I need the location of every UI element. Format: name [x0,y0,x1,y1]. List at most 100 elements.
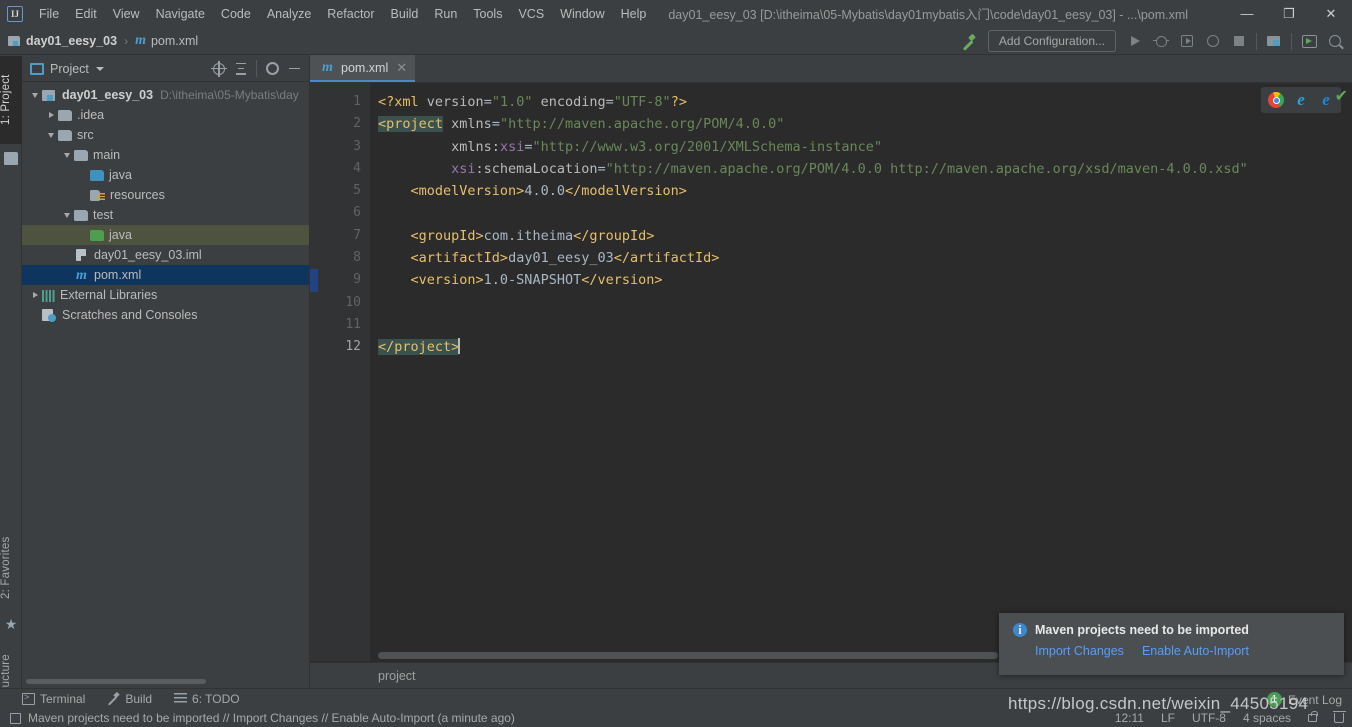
code-line[interactable]: <artifactId>day01_eesy_03</artifactId> [370,247,1352,269]
project-panel-title-group[interactable]: Project [30,62,104,76]
chevron-down-icon[interactable] [28,92,42,98]
edge-icon[interactable]: e [1318,91,1334,108]
run-with-coverage-icon[interactable] [1174,29,1200,53]
lock-icon[interactable] [1308,711,1318,722]
breadcrumb-item-file[interactable]: m pom.xml [135,33,198,48]
menu-item-edit[interactable]: Edit [67,4,105,24]
editor-tab-bar: m pom.xml ✕ [310,55,1352,83]
tree-item--idea[interactable]: .idea [22,105,309,125]
inspection-widget[interactable]: ✔ [1335,89,1348,105]
enable-auto-import-link[interactable]: Enable Auto-Import [1142,644,1249,658]
code-line[interactable]: <version>1.0-SNAPSHOT</version> [370,269,1352,291]
tree-item-day01-eesy-03-iml[interactable]: day01_eesy_03.iml [22,245,309,265]
line-number: 12 [345,339,361,355]
menu-item-refactor[interactable]: Refactor [319,4,382,24]
code-line[interactable] [370,202,1352,224]
code-token: <project [378,116,444,133]
build-hammer-icon[interactable] [956,29,982,53]
chevron-right-icon[interactable] [44,112,58,118]
menu-item-view[interactable]: View [105,4,148,24]
tree-item-label: Scratches and Consoles [62,308,198,322]
tree-item-scratches-and-consoles[interactable]: Scratches and Consoles [22,305,309,325]
run-icon[interactable] [1122,29,1148,53]
stop-icon[interactable] [1226,29,1252,53]
code-line[interactable]: xmlns:xsi="http://www.w3.org/2001/XMLSch… [370,136,1352,158]
code-line[interactable]: <groupId>com.itheima</groupId> [370,225,1352,247]
tree-item-label: .idea [77,108,105,122]
minimize-button[interactable]: — [1226,0,1268,27]
line-number: 9 [353,272,361,288]
code-line[interactable] [370,314,1352,336]
menu-item-file[interactable]: File [31,4,67,24]
chrome-icon[interactable] [1268,92,1284,108]
menu-item-window[interactable]: Window [552,4,612,24]
internet-explorer-icon[interactable]: e [1293,91,1309,108]
tree-item-external-libraries[interactable]: External Libraries [22,285,309,305]
line-number: 5 [353,183,361,199]
code-token: "http://maven.apache.org/POM/4.0.0 http:… [605,160,1248,177]
code-line[interactable]: </project> [370,336,1352,358]
select-in-icon[interactable] [1296,29,1322,53]
add-configuration-button[interactable]: Add Configuration... [987,30,1116,52]
code-line[interactable]: <modelVersion>4.0.0</modelVersion> [370,180,1352,202]
tree-item-label: pom.xml [94,268,142,282]
locate-icon[interactable] [208,58,230,80]
chevron-down-icon[interactable] [60,152,74,158]
tree-item-day01-eesy-03[interactable]: day01_eesy_03 D:\itheima\05-Mybatis\day [22,85,309,105]
bottom-tab-build[interactable]: Build [107,692,152,706]
project-panel-scrollbar[interactable] [26,679,206,684]
tree-item-pom-xml[interactable]: m pom.xml [22,265,309,285]
menu-item-analyze[interactable]: Analyze [259,4,319,24]
menu-item-tools[interactable]: Tools [465,4,510,24]
search-everywhere-icon[interactable] [1322,29,1348,53]
menu-item-navigate[interactable]: Navigate [148,4,213,24]
menu-item-build[interactable]: Build [383,4,427,24]
code-token: = [491,116,500,133]
chevron-right-icon[interactable] [28,292,42,298]
menu-item-vcs[interactable]: VCS [510,4,552,24]
tree-item-resources[interactable]: resources [22,185,309,205]
tree-item-main[interactable]: main [22,145,309,165]
code-line[interactable]: xsi:schemaLocation="http://maven.apache.… [370,158,1352,180]
tree-item-java[interactable]: java [22,225,309,245]
editor-hscrollbar-thumb[interactable] [378,652,998,659]
menu-item-help[interactable]: Help [613,4,655,24]
menu-item-run[interactable]: Run [426,4,465,24]
debug-icon[interactable] [1148,29,1174,53]
tab-pom-xml[interactable]: m pom.xml ✕ [310,55,416,82]
settings-gear-icon[interactable] [261,58,283,80]
code-line[interactable]: <project xmlns="http://maven.apache.org/… [370,113,1352,135]
import-changes-link[interactable]: Import Changes [1035,644,1124,658]
maximize-button[interactable]: ❐ [1268,0,1310,27]
toolbar-divider-2 [1291,32,1292,50]
code-line[interactable] [370,292,1352,314]
scratches-icon [42,308,57,322]
code-editor[interactable]: 1 2 3 4 5 6 7 8 9 10 11 12 <?xml version="1.0" enco… [310,83,1352,661]
panel-divider [256,60,257,77]
hide-icon[interactable] [283,58,305,80]
breadcrumb-item-module[interactable]: day01_eesy_03 [8,34,117,48]
status-message[interactable]: Maven projects need to be imported // Im… [28,711,515,725]
tree-item-src[interactable]: src [22,125,309,145]
code-content[interactable]: <?xml version="1.0" encoding="UTF-8"?> <p… [370,83,1352,661]
sidebar-tab-project[interactable]: 1: Project [0,56,22,144]
chevron-down-icon[interactable] [95,66,104,71]
close-icon[interactable]: ✕ [396,60,407,76]
editor-breadcrumb-project[interactable]: project [378,669,416,683]
info-icon: i [1013,623,1027,637]
close-button[interactable]: ✕ [1310,0,1352,27]
menu-item-code[interactable]: Code [213,4,259,24]
chevron-down-icon[interactable] [44,132,58,138]
tree-item-test[interactable]: test [22,205,309,225]
sidebar-tab-favorites[interactable]: 2: Favorites [0,522,22,614]
collapse-all-icon[interactable] [230,58,252,80]
trash-icon[interactable] [1333,711,1346,723]
code-line[interactable]: <?xml version="1.0" encoding="UTF-8"?> [370,91,1352,113]
profile-icon[interactable] [1200,29,1226,53]
bottom-tab-terminal[interactable]: Terminal [22,692,85,706]
chevron-down-icon[interactable] [60,212,74,218]
marker-track[interactable] [1340,113,1352,634]
tree-item-java[interactable]: java [22,165,309,185]
project-structure-icon[interactable] [1261,29,1287,53]
bottom-tab-todo[interactable]: 6: TODO [174,692,240,706]
